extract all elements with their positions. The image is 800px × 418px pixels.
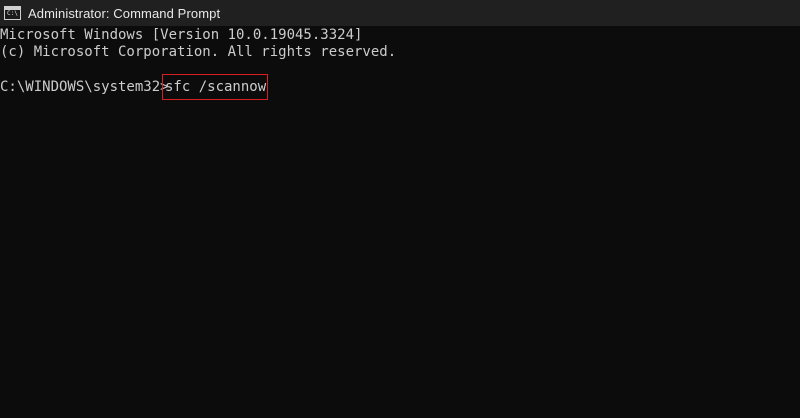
- title-bar[interactable]: C:\ Administrator: Command Prompt: [0, 0, 800, 26]
- console-line-version: Microsoft Windows [Version 10.0.19045.33…: [0, 27, 363, 43]
- typed-command: sfc /scannow: [165, 79, 267, 95]
- console-line-copyright: (c) Microsoft Corporation. All rights re…: [0, 44, 397, 60]
- window-title: Administrator: Command Prompt: [28, 5, 221, 21]
- console-output-area[interactable]: Microsoft Windows [Version 10.0.19045.33…: [0, 26, 800, 418]
- cmd-console-icon: C:\: [4, 6, 21, 20]
- command-prompt-window: C:\ Administrator: Command Prompt Micros…: [0, 0, 800, 418]
- command-prompt-path: C:\WINDOWS\system32>: [0, 79, 169, 95]
